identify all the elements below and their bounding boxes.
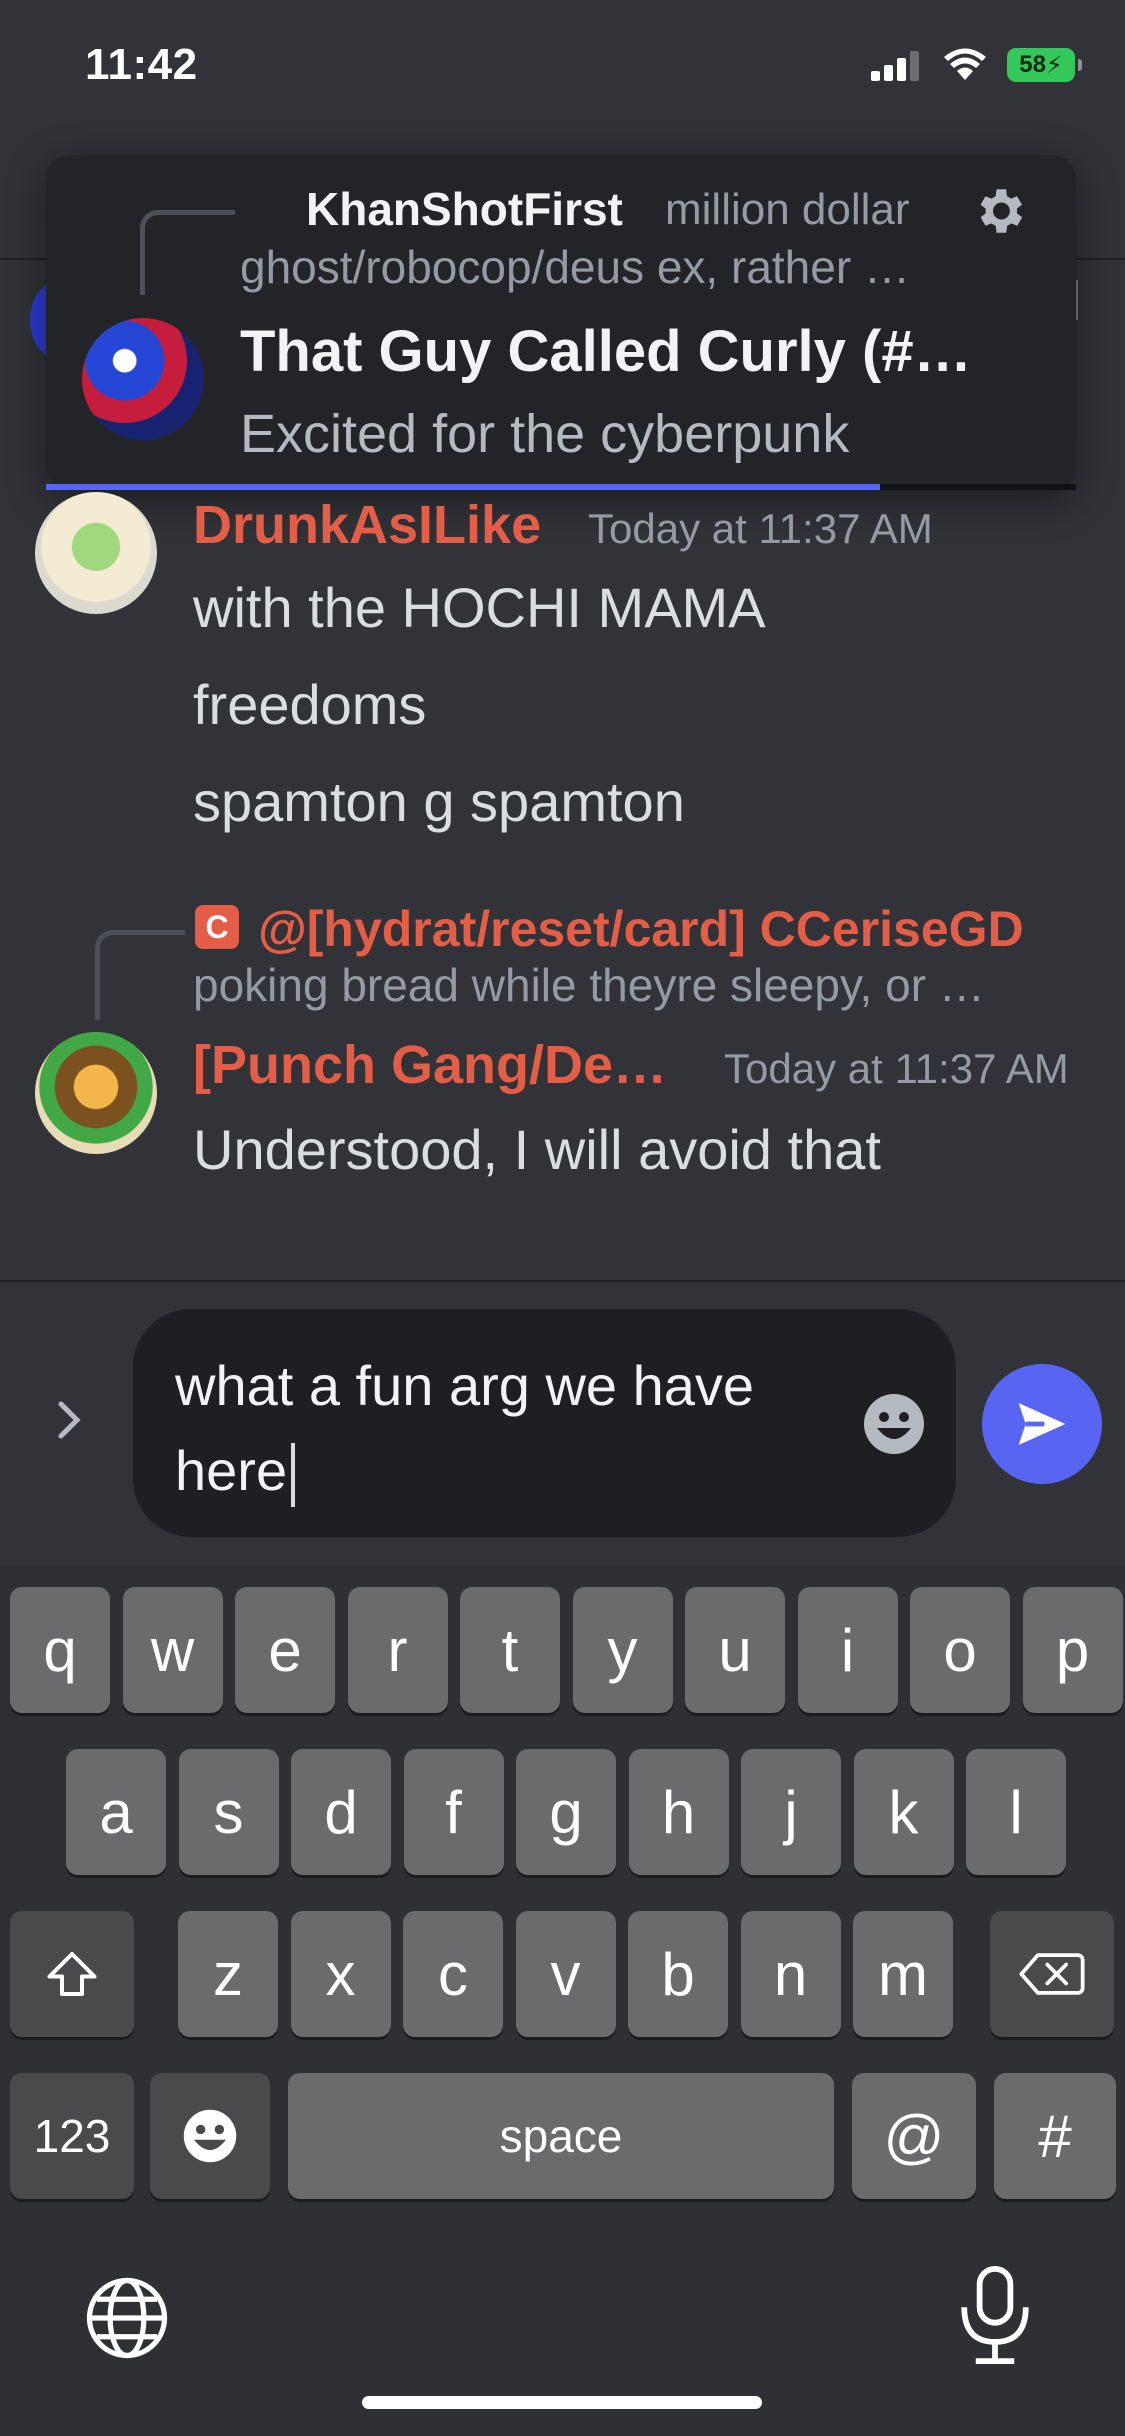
key-v[interactable]: v [515, 1911, 616, 2037]
battery-level: 58 [1019, 51, 1046, 78]
key-o[interactable]: o [910, 1587, 1010, 1713]
message-timestamp: Today at 11:37 AM [724, 1045, 1069, 1092]
backspace-key[interactable] [990, 1911, 1114, 2037]
at-key[interactable]: @ [852, 2073, 976, 2199]
key-p[interactable]: p [1022, 1587, 1123, 1713]
wifi-icon [944, 48, 986, 80]
composer-divider [0, 1280, 1125, 1282]
key-i[interactable]: i [797, 1587, 898, 1713]
cellular-signal-icon [871, 51, 919, 81]
key-n[interactable]: n [740, 1911, 841, 2037]
key-l[interactable]: l [966, 1749, 1066, 1875]
key-c[interactable]: c [403, 1911, 503, 2037]
key-y[interactable]: y [572, 1587, 673, 1713]
backspace-icon [1019, 1953, 1085, 1995]
microphone-icon[interactable] [955, 2265, 1035, 2365]
on-screen-keyboard: qwertyuiop asdfghjkl zxcvbnm 123 space @… [0, 1565, 1125, 2436]
status-time: 11:42 [85, 40, 198, 89]
emoji-icon[interactable] [862, 1392, 926, 1456]
message-author[interactable]: [Punch Gang/De… [193, 1034, 703, 1096]
expand-actions-button[interactable] [48, 1398, 92, 1442]
gear-icon[interactable] [970, 182, 1028, 240]
notification-progress-bar [46, 484, 881, 490]
key-s[interactable]: s [178, 1749, 279, 1875]
battery-indicator: 58 ⚡ [1007, 48, 1082, 82]
avatar[interactable] [35, 492, 157, 614]
reply-author-icon: C [195, 905, 239, 949]
text-caret [291, 1443, 296, 1508]
notification-username: KhanShotFirst [306, 183, 623, 235]
message-timestamp: Today at 11:37 AM [588, 505, 933, 552]
message-line: with the HOCHI MAMA [193, 576, 766, 639]
numbers-key[interactable]: 123 [10, 2073, 134, 2199]
send-button[interactable] [982, 1364, 1102, 1484]
home-indicator [362, 2396, 762, 2409]
message-line: spamton g spamton [193, 770, 685, 833]
key-m[interactable]: m [853, 1911, 953, 2037]
message-author[interactable]: DrunkAsILike [193, 494, 541, 556]
key-t[interactable]: t [460, 1587, 560, 1713]
key-f[interactable]: f [403, 1749, 504, 1875]
key-h[interactable]: h [628, 1749, 729, 1875]
message-line: freedoms [193, 673, 427, 736]
hash-key[interactable]: # [994, 2073, 1116, 2199]
notification-avatar [82, 318, 204, 440]
key-a[interactable]: a [66, 1749, 166, 1875]
reply-preview[interactable]: poking bread while theyre sleepy, or … [193, 958, 1073, 1012]
reply-connector [140, 210, 235, 295]
emoji-key[interactable] [150, 2073, 270, 2199]
avatar[interactable] [35, 1032, 157, 1154]
key-e[interactable]: e [235, 1587, 335, 1713]
key-j[interactable]: j [741, 1749, 841, 1875]
charging-bolt-icon: ⚡ [1045, 51, 1063, 79]
message-input-text[interactable]: what a fun arg we have here [175, 1343, 855, 1513]
reply-connector [95, 930, 185, 1020]
message-line: Understood, I will avoid that [193, 1118, 881, 1181]
key-x[interactable]: x [290, 1911, 391, 2037]
key-u[interactable]: u [685, 1587, 785, 1713]
key-d[interactable]: d [291, 1749, 391, 1875]
shift-key[interactable] [10, 1911, 134, 2037]
key-w[interactable]: w [122, 1587, 223, 1713]
send-icon [1018, 1403, 1066, 1445]
notification-inline-preview: million dollar [665, 185, 910, 234]
key-b[interactable]: b [628, 1911, 728, 2037]
notification-reply-text: ghost/robocop/deus ex, rather … [240, 241, 910, 293]
key-g[interactable]: g [516, 1749, 616, 1875]
space-key[interactable]: space [288, 2073, 834, 2199]
status-icons: 58 ⚡ [871, 48, 1082, 82]
emoji-icon [183, 2109, 237, 2163]
reply-author[interactable]: @[hydrat/reset/card] CCeriseGD [258, 900, 1024, 958]
shift-icon [47, 1952, 97, 1996]
key-r[interactable]: r [347, 1587, 448, 1713]
notification-body: Excited for the cyberpunk [240, 404, 850, 464]
key-z[interactable]: z [178, 1911, 278, 2037]
key-q[interactable]: q [10, 1587, 110, 1713]
globe-icon[interactable] [82, 2273, 172, 2363]
chevron-right-icon [58, 1401, 81, 1439]
key-k[interactable]: k [853, 1749, 954, 1875]
notification-title: That Guy Called Curly (#… [240, 319, 972, 384]
message-input-value: what a fun arg we have here [175, 1354, 755, 1502]
